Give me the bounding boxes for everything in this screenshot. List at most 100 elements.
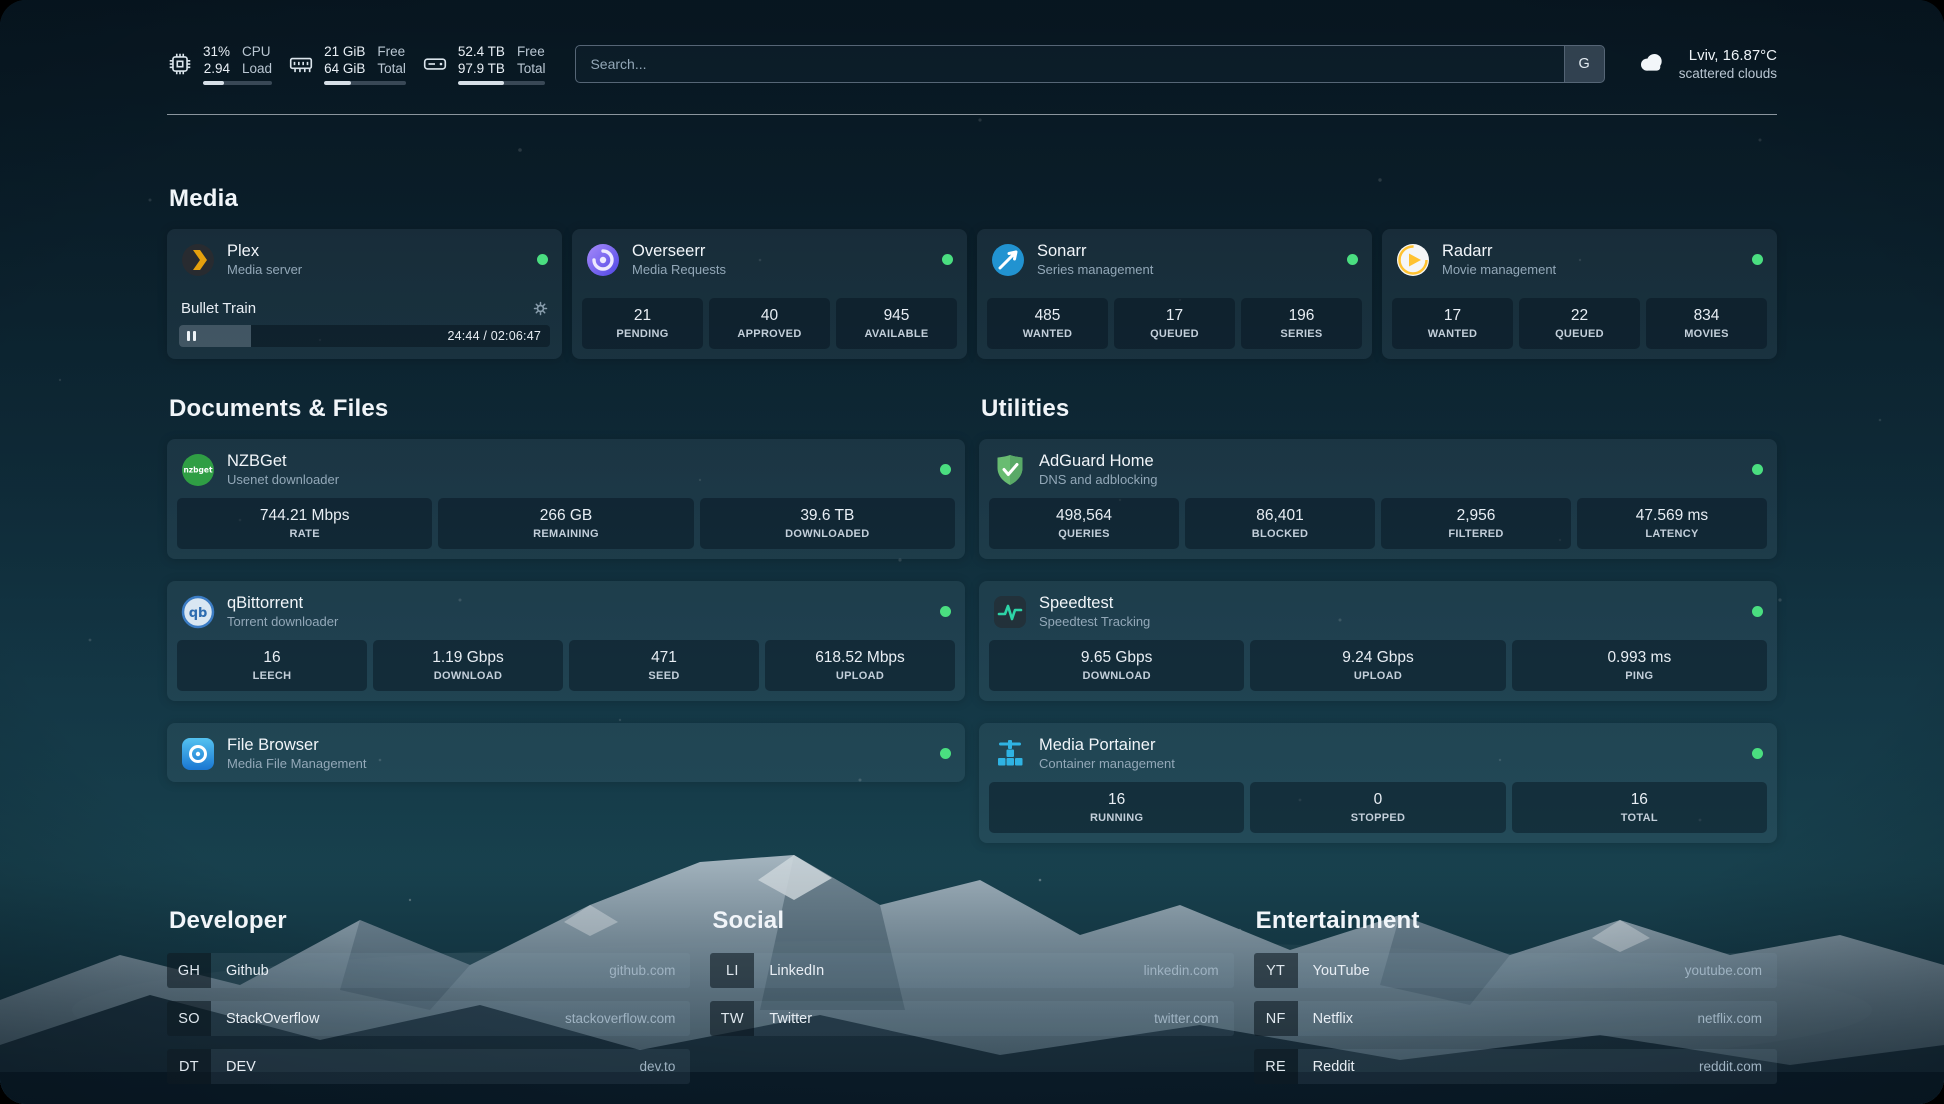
stat-latency: 47.569 msLATENCY <box>1577 498 1767 549</box>
service-description: Media File Management <box>227 756 366 772</box>
stat-wanted: 485WANTED <box>987 298 1108 349</box>
bookmark-name: Twitter <box>769 1011 812 1027</box>
now-playing-title: Bullet Train <box>181 300 256 317</box>
service-name: AdGuard Home <box>1039 451 1158 471</box>
bookmark-url: dev.to <box>640 1059 676 1074</box>
bookmark-linkedin[interactable]: LI LinkedIn linkedin.com <box>710 953 1233 988</box>
service-card-qbittorrent[interactable]: qb qBittorrent Torrent downloader 16LEEC… <box>167 581 965 701</box>
service-card-sonarr[interactable]: Sonarr Series management 485WANTED 17QUE… <box>977 229 1372 359</box>
bookmark-name: YouTube <box>1313 963 1370 979</box>
service-card-radarr[interactable]: Radarr Movie management 17WANTED 22QUEUE… <box>1382 229 1777 359</box>
section-title-entertainment: Entertainment <box>1256 907 1777 935</box>
service-card-speedtest[interactable]: Speedtest Speedtest Tracking 9.65 GbpsDO… <box>979 581 1777 701</box>
disk-free-label: Free <box>517 43 546 60</box>
stat-leech: 16LEECH <box>177 640 367 691</box>
search-bar: G <box>575 45 1604 83</box>
bookmark-stackoverflow[interactable]: SO StackOverflow stackoverflow.com <box>167 1001 690 1036</box>
stat-available: 945AVAILABLE <box>836 298 957 349</box>
status-dot <box>940 606 951 617</box>
service-name: Speedtest <box>1039 593 1150 613</box>
memory-progress-bar <box>324 81 406 85</box>
section-title-developer: Developer <box>169 907 690 935</box>
bookmark-abbr: LI <box>710 953 754 988</box>
cpu-progress-bar <box>203 81 272 85</box>
topbar: 31% CPU 2.94 Load 21 GiB <box>167 34 1777 94</box>
section-title-media: Media <box>169 185 1777 213</box>
plex-now-playing: Bullet Train 24:44 / 02:06:47 <box>167 298 562 359</box>
search-provider-button[interactable]: G <box>1564 46 1604 82</box>
cpu-usage-label: CPU <box>242 43 272 60</box>
resource-widgets: 31% CPU 2.94 Load 21 GiB <box>167 43 545 85</box>
stat-pending: 21PENDING <box>582 298 703 349</box>
bookmark-url: stackoverflow.com <box>565 1011 675 1026</box>
bookmark-reddit[interactable]: RE Reddit reddit.com <box>1254 1049 1777 1084</box>
radarr-icon <box>1396 243 1430 277</box>
service-card-media-portainer[interactable]: Media Portainer Container management 16R… <box>979 723 1777 843</box>
service-card-adguard-home[interactable]: AdGuard Home DNS and adblocking 498,564Q… <box>979 439 1777 559</box>
portainer-icon <box>993 737 1027 771</box>
bookmark-github[interactable]: GH Github github.com <box>167 953 690 988</box>
svg-text:nzbget: nzbget <box>183 465 213 474</box>
service-name: File Browser <box>227 735 366 755</box>
service-name: Sonarr <box>1037 241 1153 261</box>
memory-total-label: Total <box>377 60 406 77</box>
status-dot <box>940 748 951 759</box>
playback-time: 24:44 / 02:06:47 <box>447 329 541 343</box>
overseerr-icon <box>586 243 620 277</box>
service-name: Overseerr <box>632 241 726 261</box>
stat-downloaded: 39.6 TBDOWNLOADED <box>700 498 955 549</box>
service-card-plex[interactable]: Plex Media server Bullet Train <box>167 229 562 359</box>
adguard-shield-icon <box>993 453 1027 487</box>
status-dot <box>942 254 953 265</box>
bookmark-abbr: TW <box>710 1001 754 1036</box>
cpu-icon <box>167 51 193 77</box>
weather-condition: scattered clouds <box>1679 65 1777 82</box>
service-description: DNS and adblocking <box>1039 472 1158 488</box>
cloud-icon <box>1635 46 1667 83</box>
stat-running: 16RUNNING <box>989 782 1244 833</box>
pause-icon[interactable] <box>187 331 196 341</box>
bookmark-name: StackOverflow <box>226 1011 319 1027</box>
service-card-overseerr[interactable]: Overseerr Media Requests 21PENDING 40APP… <box>572 229 967 359</box>
status-dot <box>1752 254 1763 265</box>
stat-stopped: 0STOPPED <box>1250 782 1505 833</box>
service-name: Radarr <box>1442 241 1556 261</box>
bookmark-url: github.com <box>609 963 675 978</box>
bookmark-youtube[interactable]: YT YouTube youtube.com <box>1254 953 1777 988</box>
cpu-widget: 31% CPU 2.94 Load <box>167 43 272 85</box>
playback-progress-bar[interactable]: 24:44 / 02:06:47 <box>179 325 550 347</box>
stat-queued: 22QUEUED <box>1519 298 1640 349</box>
bookmark-twitter[interactable]: TW Twitter twitter.com <box>710 1001 1233 1036</box>
search-input[interactable] <box>576 46 1563 82</box>
bookmark-abbr: GH <box>167 953 211 988</box>
bookmark-abbr: SO <box>167 1001 211 1036</box>
service-name: Media Portainer <box>1039 735 1175 755</box>
status-dot <box>940 464 951 475</box>
service-description: Usenet downloader <box>227 472 339 488</box>
qbittorrent-icon: qb <box>181 595 215 629</box>
status-dot <box>1752 464 1763 475</box>
service-card-nzbget[interactable]: nzbget NZBGet Usenet downloader 744.21 M… <box>167 439 965 559</box>
disk-progress-bar <box>458 81 546 85</box>
stat-blocked: 86,401BLOCKED <box>1185 498 1375 549</box>
bookmark-name: DEV <box>226 1059 256 1075</box>
stat-download: 1.19 GbpsDOWNLOAD <box>373 640 563 691</box>
section-title-utilities: Utilities <box>981 395 1777 423</box>
gear-icon[interactable] <box>533 301 548 316</box>
bookmark-abbr: DT <box>167 1049 211 1084</box>
service-card-filebrowser[interactable]: File Browser Media File Management <box>167 723 965 782</box>
topbar-divider <box>167 114 1777 115</box>
cpu-usage-value: 31% <box>203 43 230 60</box>
stat-movies: 834MOVIES <box>1646 298 1767 349</box>
bookmark-url: reddit.com <box>1699 1059 1762 1074</box>
section-title-social: Social <box>712 907 1233 935</box>
stat-series: 196SERIES <box>1241 298 1362 349</box>
status-dot <box>1347 254 1358 265</box>
service-description: Media Requests <box>632 262 726 278</box>
bookmark-netflix[interactable]: NF Netflix netflix.com <box>1254 1001 1777 1036</box>
weather-location: Lviv, 16.87°C <box>1679 46 1777 65</box>
stat-remaining: 266 GBREMAINING <box>438 498 693 549</box>
bookmark-dev[interactable]: DT DEV dev.to <box>167 1049 690 1084</box>
weather-widget[interactable]: Lviv, 16.87°C scattered clouds <box>1635 46 1777 83</box>
status-dot <box>1752 748 1763 759</box>
